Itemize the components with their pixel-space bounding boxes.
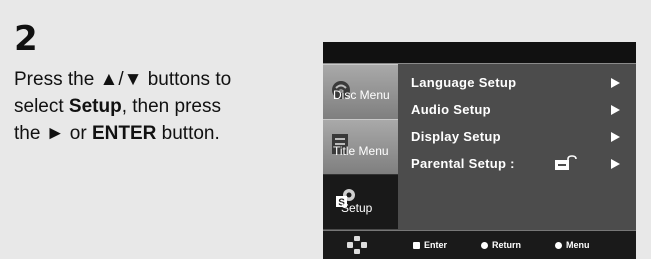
menu-item-label: Parental Setup :	[411, 156, 515, 171]
menu-hint-label: Menu	[566, 240, 590, 250]
enter-hint-label: Enter	[424, 240, 448, 250]
right-arrow-icon	[611, 132, 620, 142]
menu-item-label: Display Setup	[411, 129, 501, 144]
instruction-text-segment: buttons to	[142, 69, 232, 90]
return-hint: Return	[481, 240, 521, 250]
lock-icon	[555, 155, 577, 170]
instruction-text-segment: or	[64, 123, 92, 144]
right-arrow-icon	[611, 159, 620, 169]
instruction-line-2: select Setup, then press	[14, 93, 304, 120]
setup-bold-text: Setup	[68, 96, 122, 117]
menu-item-label: Language Setup	[411, 75, 517, 90]
instruction-text-segment: button.	[156, 123, 220, 144]
enter-bold-text: ENTER	[91, 123, 157, 144]
right-arrow-icon	[611, 78, 620, 88]
menu-item-audio-setup[interactable]: Audio Setup	[411, 96, 626, 123]
osd-hint-bar: Enter Return Menu	[323, 230, 636, 259]
osd-screen: Disc Menu Title Menu S Setup Language Se…	[323, 42, 636, 259]
instruction-text-segment: , then press	[121, 96, 221, 117]
osd-top-bar	[323, 42, 636, 63]
menu-item-language-setup[interactable]: Language Setup	[411, 69, 626, 96]
instruction-line-1: Press the ▲/▼ buttons to	[14, 66, 304, 93]
sidebar-item-setup[interactable]: S Setup	[323, 174, 398, 229]
instruction-text: Press the ▲/▼ buttons to select Setup, t…	[14, 66, 304, 147]
instruction-line-3: the ► or ENTER button.	[14, 120, 304, 147]
navigation-pad-icon	[347, 236, 367, 254]
enter-icon	[413, 242, 420, 249]
instruction-text-segment: Press the	[14, 69, 100, 90]
step-number: 2	[14, 19, 38, 59]
menu-item-label: Audio Setup	[411, 102, 491, 117]
menu-hint: Menu	[555, 240, 590, 250]
arrow-keys-text: ▲/▼	[99, 69, 143, 90]
menu-icon	[555, 242, 562, 249]
menu-item-parental-setup[interactable]: Parental Setup :	[411, 150, 626, 177]
enter-hint: Enter	[413, 240, 447, 250]
sidebar-item-label: Title Menu	[333, 144, 389, 158]
return-hint-label: Return	[492, 240, 521, 250]
setup-menu-list: Language Setup Audio Setup Display Setup…	[411, 69, 626, 177]
sidebar-item-label: Setup	[341, 201, 373, 215]
sidebar-item-label: Disc Menu	[333, 88, 390, 102]
sidebar-item-disc-menu[interactable]: Disc Menu	[323, 64, 398, 119]
instruction-text-segment: the	[14, 123, 46, 144]
right-arrow-key-text: ►	[45, 123, 65, 144]
right-arrow-icon	[611, 105, 620, 115]
menu-item-display-setup[interactable]: Display Setup	[411, 123, 626, 150]
sidebar-item-title-menu[interactable]: Title Menu	[323, 119, 398, 174]
return-icon	[481, 242, 488, 249]
instruction-text-segment: select	[14, 96, 69, 117]
